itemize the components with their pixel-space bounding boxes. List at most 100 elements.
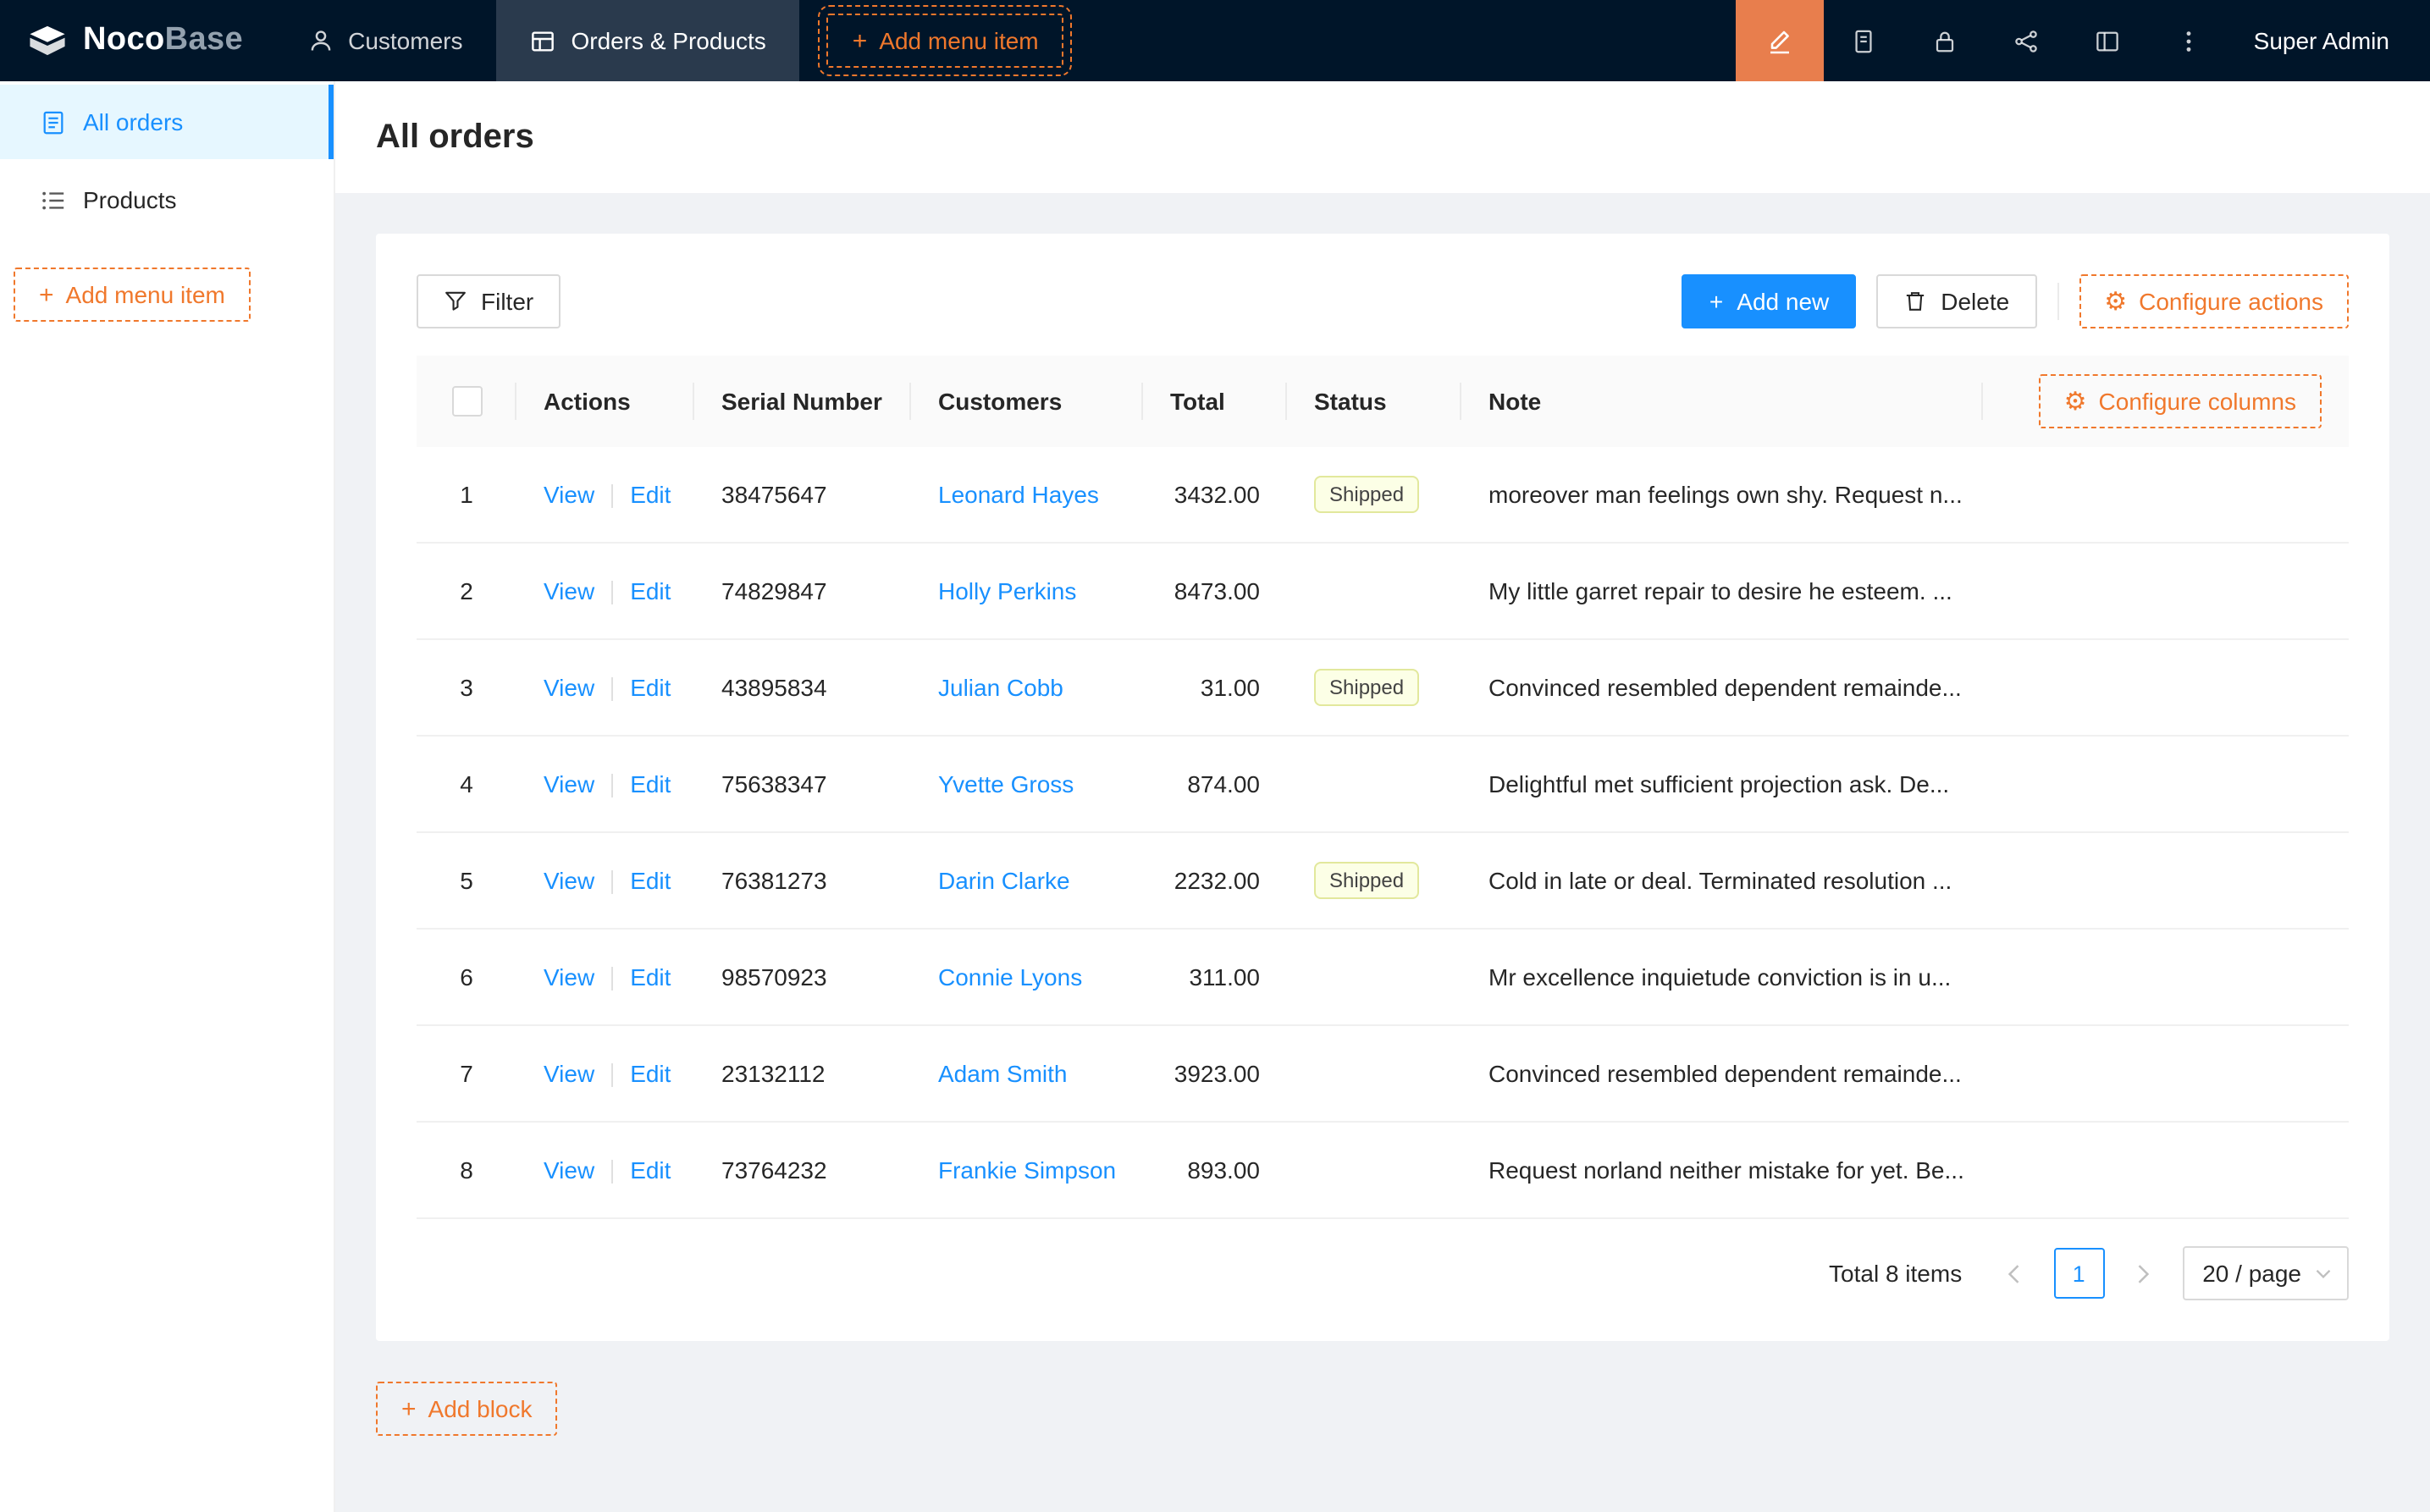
sidebar-item-label: Products	[83, 186, 177, 213]
page-size-select[interactable]: 20 / page	[2182, 1246, 2349, 1300]
serial-cell: 23132112	[694, 1025, 911, 1122]
layout-icon	[2096, 28, 2121, 53]
view-link[interactable]: View	[544, 577, 594, 604]
total-cell: 874.00	[1143, 736, 1287, 832]
view-link[interactable]: View	[544, 481, 594, 508]
ui-editor-button[interactable]	[1736, 0, 1824, 81]
serial-cell: 98570923	[694, 929, 911, 1025]
configure-columns-button[interactable]: ⚙ Configure columns	[2039, 374, 2322, 428]
view-link[interactable]: View	[544, 1156, 594, 1184]
table-row: 8 ViewEdit 73764232 Frankie Simpson 893.…	[417, 1122, 2349, 1218]
view-link[interactable]: View	[544, 963, 594, 991]
view-link[interactable]: View	[544, 674, 594, 701]
table-row: 5 ViewEdit 76381273 Darin Clarke 2232.00…	[417, 832, 2349, 929]
customer-link[interactable]: Darin Clarke	[938, 867, 1070, 894]
total-cell: 311.00	[1143, 929, 1287, 1025]
view-link[interactable]: View	[544, 1060, 594, 1087]
add-new-button[interactable]: + Add new	[1682, 274, 1856, 328]
next-page-button[interactable]	[2118, 1248, 2168, 1299]
form-icon	[1852, 28, 1877, 53]
column-header-serial-number: Serial Number	[694, 356, 911, 447]
customer-link[interactable]: Leonard Hayes	[938, 481, 1099, 508]
status-badge: Shipped	[1314, 862, 1419, 899]
plus-icon: +	[1709, 284, 1723, 318]
serial-cell: 73764232	[694, 1122, 911, 1218]
edit-link[interactable]: Edit	[630, 867, 671, 894]
edit-link[interactable]: Edit	[630, 963, 671, 991]
page-header: All orders	[335, 81, 2430, 193]
note-cell: Convinced resembled dependent remainde..…	[1461, 639, 1983, 736]
edit-link[interactable]: Edit	[630, 770, 671, 797]
view-link[interactable]: View	[544, 770, 594, 797]
row-index: 7	[417, 1025, 516, 1122]
table-row: 4 ViewEdit 75638347 Yvette Gross 874.00 …	[417, 736, 2349, 832]
edit-link[interactable]: Edit	[630, 577, 671, 604]
edit-link[interactable]: Edit	[630, 674, 671, 701]
nav-item-customers[interactable]: Customers	[273, 0, 496, 81]
kebab-menu-icon	[2177, 28, 2202, 53]
row-index: 1	[417, 447, 516, 543]
app-root: NocoBase Customers Orders & Products	[0, 0, 2430, 1512]
select-all-checkbox[interactable]	[451, 386, 482, 417]
total-cell: 31.00	[1143, 639, 1287, 736]
api-button[interactable]	[1986, 0, 2068, 81]
form-button[interactable]	[1824, 0, 1905, 81]
toolbar-right: + Add new Delete	[1682, 274, 2349, 328]
add-menu-item-button-sidebar[interactable]: + Add menu item	[14, 268, 251, 322]
serial-cell: 74829847	[694, 543, 911, 639]
table-body: 1 ViewEdit 38475647 Leonard Hayes 3432.0…	[417, 447, 2349, 1218]
prev-page-button[interactable]	[1989, 1248, 2040, 1299]
add-menu-item-button-header[interactable]: + Add menu item	[827, 14, 1064, 68]
logo: NocoBase	[0, 0, 273, 81]
action-divider	[611, 774, 613, 797]
nav-label: Customers	[348, 27, 462, 54]
row-index: 2	[417, 543, 516, 639]
view-link[interactable]: View	[544, 867, 594, 894]
nav-item-orders-products[interactable]: Orders & Products	[496, 0, 799, 81]
edit-link[interactable]: Edit	[630, 1156, 671, 1184]
ui-editor-pen-icon	[1766, 27, 1793, 54]
page-number-button[interactable]: 1	[2053, 1248, 2104, 1299]
sidebar-item-products[interactable]: Products	[0, 163, 334, 237]
delete-button[interactable]: Delete	[1876, 274, 2036, 328]
table-toolbar: Filter + Add new	[417, 274, 2349, 328]
status-badge: Shipped	[1314, 669, 1419, 706]
customer-link[interactable]: Holly Perkins	[938, 577, 1076, 604]
lock-button[interactable]	[1905, 0, 1986, 81]
add-block-button[interactable]: + Add block	[376, 1382, 558, 1436]
current-user[interactable]: Super Admin	[2230, 0, 2430, 81]
layout-button[interactable]	[2068, 0, 2149, 81]
action-divider	[611, 1160, 613, 1184]
sidebar-item-all-orders[interactable]: All orders	[0, 85, 334, 159]
filter-button[interactable]: Filter	[417, 274, 561, 328]
orders-table: Actions Serial Number Customers Total St…	[417, 356, 2349, 1219]
note-cell: My little garret repair to desire he est…	[1461, 543, 1983, 639]
table-row: 1 ViewEdit 38475647 Leonard Hayes 3432.0…	[417, 447, 2349, 543]
layout: All orders Products + Add menu item All …	[0, 81, 2430, 1512]
table-row: 3 ViewEdit 43895834 Julian Cobb 31.00 Sh…	[417, 639, 2349, 736]
customer-link[interactable]: Julian Cobb	[938, 674, 1063, 701]
more-button[interactable]	[2149, 0, 2230, 81]
customer-link[interactable]: Frankie Simpson	[938, 1156, 1116, 1184]
edit-link[interactable]: Edit	[630, 481, 671, 508]
note-cell: moreover man feelings own shy. Request n…	[1461, 447, 1983, 543]
main-area: All orders Filter	[335, 81, 2430, 1512]
serial-cell: 38475647	[694, 447, 911, 543]
customer-link[interactable]: Yvette Gross	[938, 770, 1074, 797]
chevron-down-icon	[2315, 1267, 2332, 1279]
page-content: Filter + Add new	[335, 193, 2430, 1512]
customer-link[interactable]: Adam Smith	[938, 1060, 1068, 1087]
row-index: 4	[417, 736, 516, 832]
edit-link[interactable]: Edit	[630, 1060, 671, 1087]
note-cell: Delightful met sufficient projection ask…	[1461, 736, 1983, 832]
page-title: All orders	[376, 118, 534, 157]
configure-actions-button[interactable]: ⚙ Configure actions	[2079, 274, 2349, 328]
sidebar-item-label: All orders	[83, 108, 183, 135]
logo-text: NocoBase	[83, 22, 243, 59]
table-row: 7 ViewEdit 23132112 Adam Smith 3923.00 C…	[417, 1025, 2349, 1122]
action-divider	[611, 870, 613, 894]
customer-link[interactable]: Connie Lyons	[938, 963, 1082, 991]
note-cell: Convinced resembled dependent remainde..…	[1461, 1025, 1983, 1122]
row-index: 5	[417, 832, 516, 929]
trash-icon	[1903, 290, 1927, 313]
